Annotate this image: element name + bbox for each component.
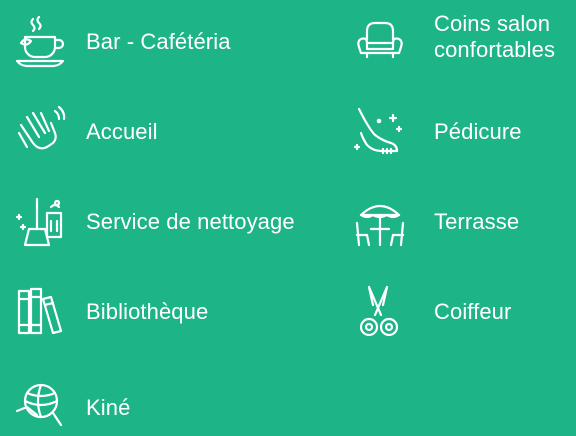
service-label: Terrasse (434, 209, 520, 234)
exercise-ball-icon (12, 380, 68, 436)
foot-care-icon (352, 104, 408, 160)
cleaning-broom-icon (12, 194, 68, 250)
waving-hand-icon (12, 104, 68, 160)
service-label: Coins salon confortables (434, 11, 556, 62)
service-item-coiffeur: Coiffeur (352, 284, 511, 340)
patio-umbrella-icon (352, 194, 408, 250)
service-label: Kiné (86, 395, 131, 420)
scissors-icon (352, 284, 408, 340)
service-label: Pédicure (434, 119, 522, 144)
books-icon (12, 284, 68, 340)
service-item-coins-salon: Coins salon confortables (352, 11, 576, 70)
service-item-terrasse: Terrasse (352, 194, 519, 250)
service-item-pedicure: Pédicure (352, 104, 522, 160)
service-label: Service de nettoyage (86, 209, 295, 234)
service-label: Coiffeur (434, 299, 512, 324)
service-item-bar: Bar - Cafétéria (12, 14, 231, 70)
armchair-icon (352, 14, 408, 70)
service-item-kine: Kiné (12, 380, 130, 436)
service-item-nettoyage: Service de nettoyage (12, 194, 295, 250)
service-label: Accueil (86, 119, 158, 144)
service-item-bibliotheque: Bibliothèque (12, 284, 208, 340)
coffee-cup-icon (12, 14, 68, 70)
service-item-accueil: Accueil (12, 104, 158, 160)
service-label: Bar - Cafétéria (86, 29, 231, 54)
service-label: Bibliothèque (86, 299, 209, 324)
